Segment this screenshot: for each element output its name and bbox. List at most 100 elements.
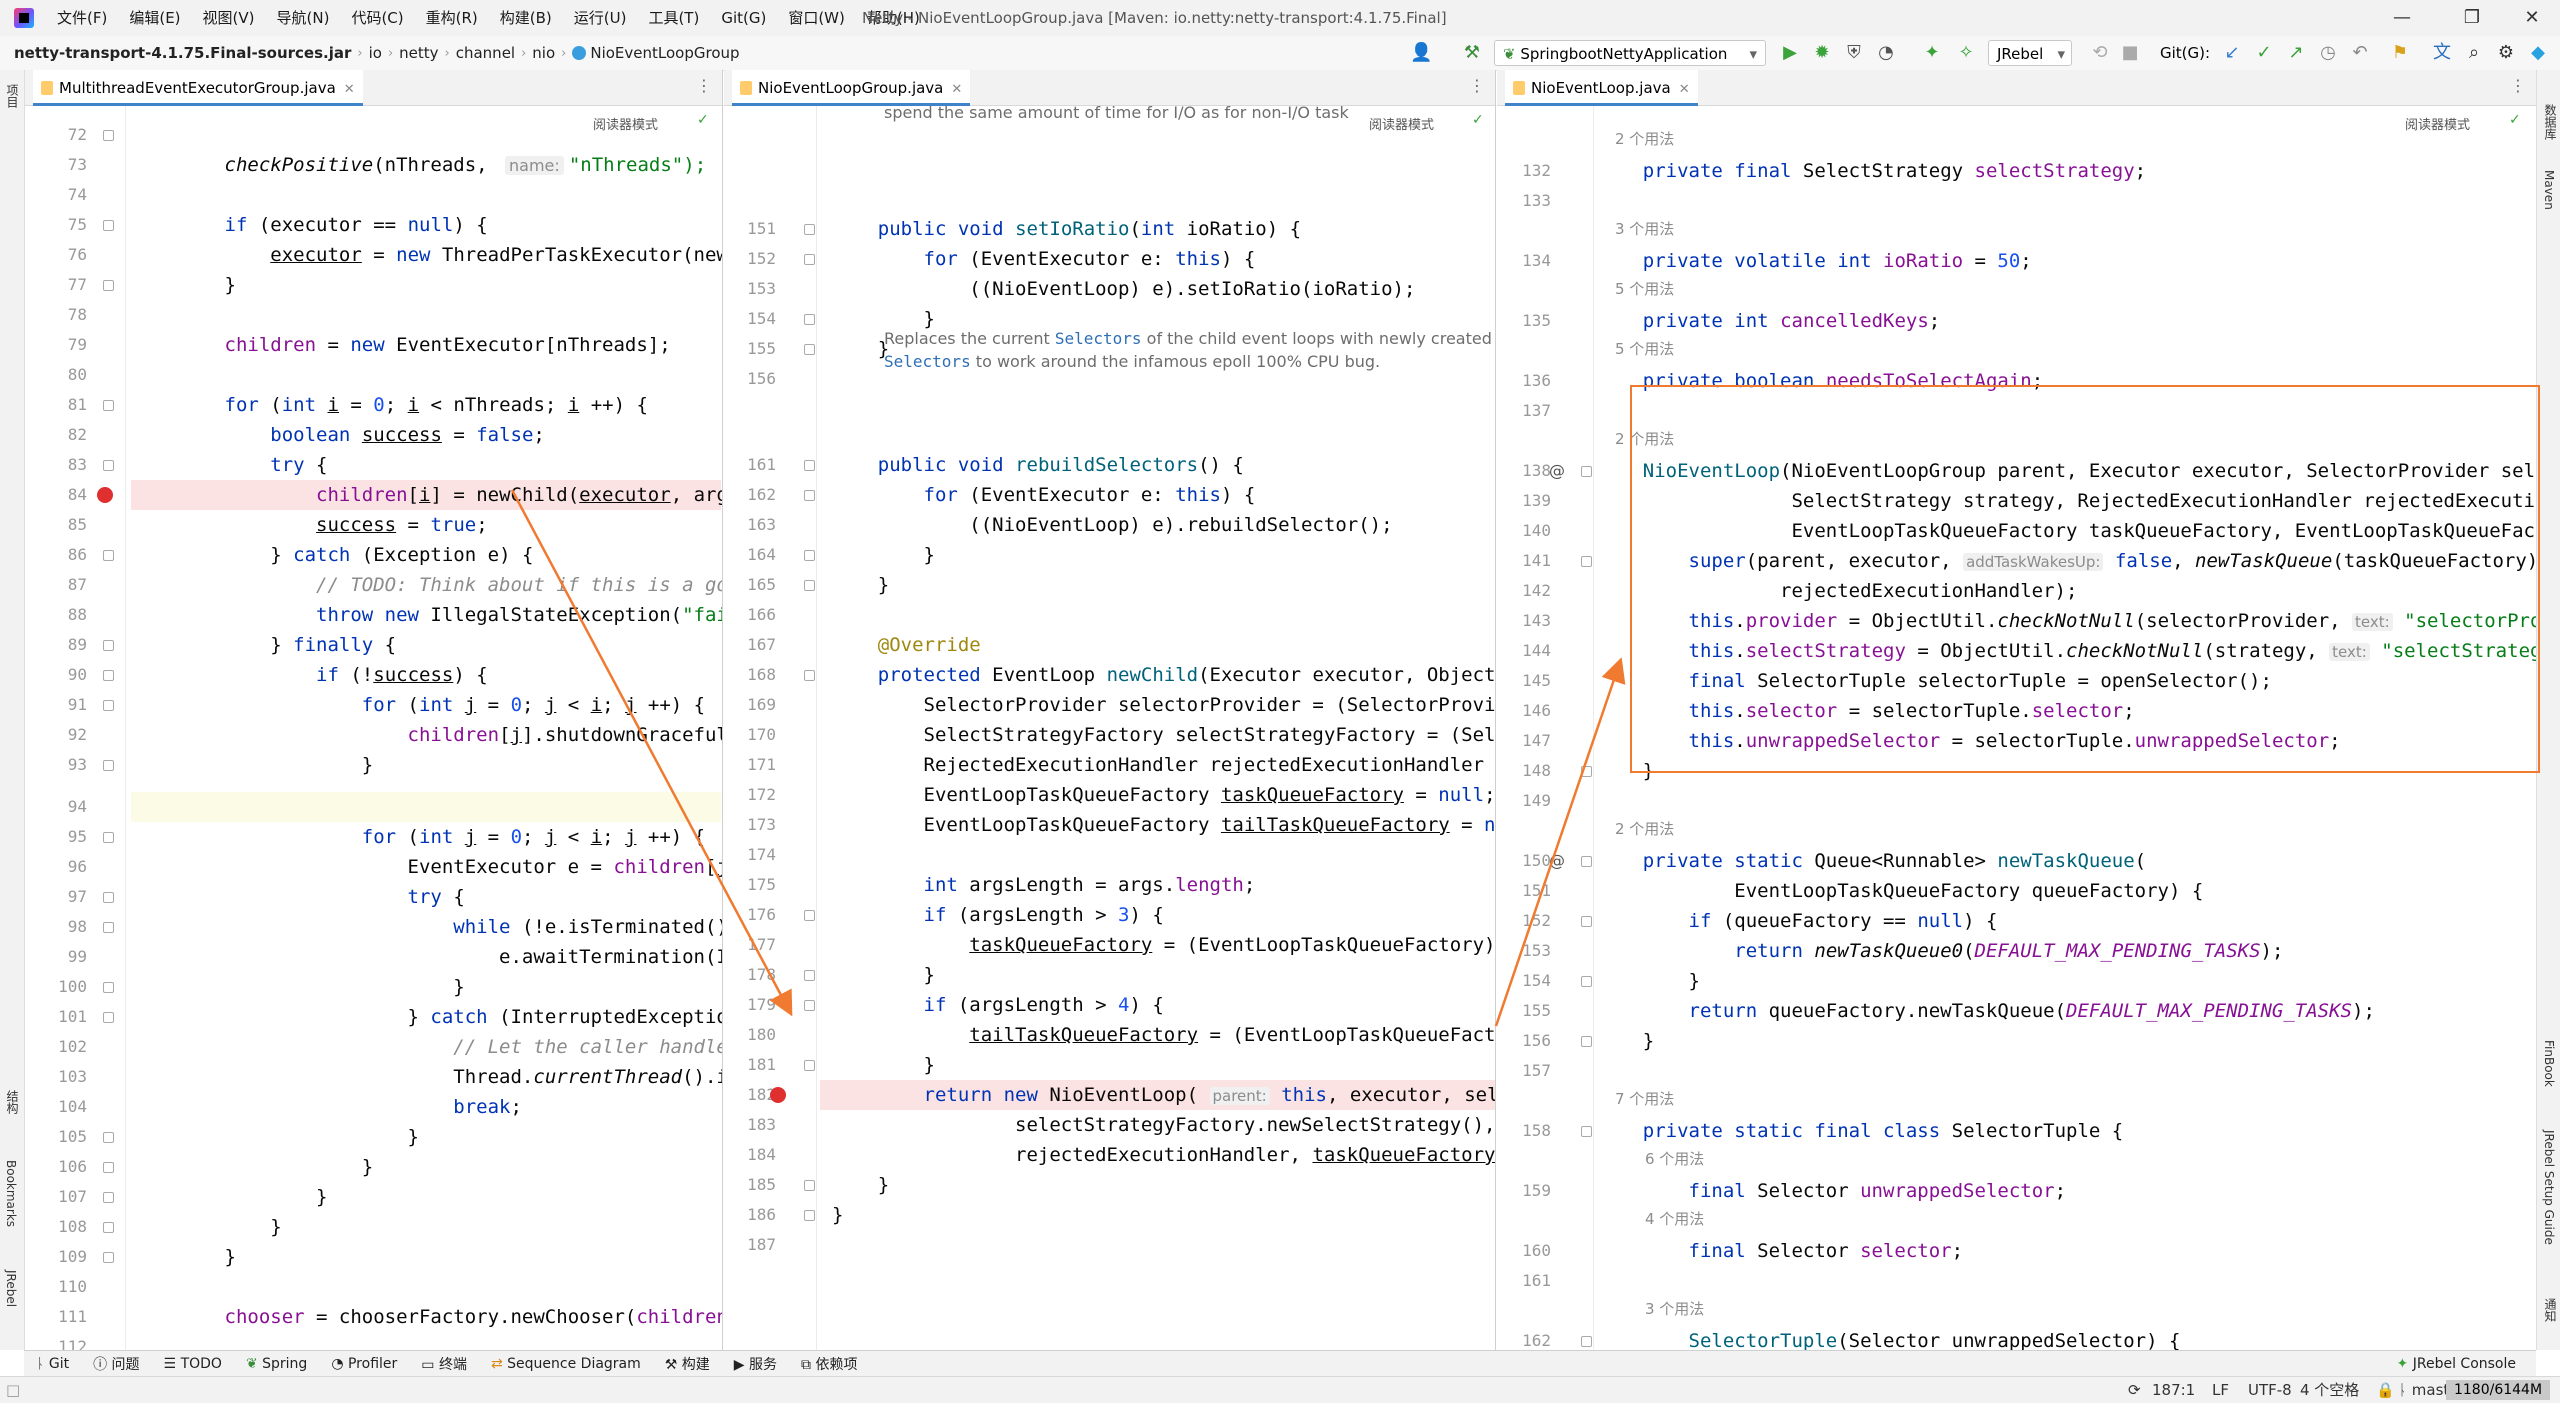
fold-marker-icon[interactable] bbox=[1581, 766, 1592, 777]
fold-marker-icon[interactable] bbox=[804, 1060, 815, 1071]
profile-icon[interactable]: ◔ bbox=[1876, 43, 1896, 63]
jrebel-tool-button[interactable]: JRebel bbox=[4, 1270, 18, 1307]
fold-marker-icon[interactable] bbox=[1581, 1036, 1592, 1047]
menu-code[interactable]: 代码(C) bbox=[340, 0, 414, 36]
search-icon[interactable]: ⌕ bbox=[2464, 43, 2484, 63]
fold-marker-icon[interactable] bbox=[1581, 1126, 1592, 1137]
jrebel-setup-guide-button[interactable]: JRebel Setup Guide bbox=[2542, 1130, 2556, 1245]
profiler-tool-window[interactable]: ◔ Profiler bbox=[319, 1356, 409, 1372]
settings-gear-icon[interactable]: ⚙ bbox=[2496, 43, 2516, 63]
git-commit-icon[interactable]: ✓ bbox=[2254, 43, 2274, 63]
translate-icon[interactable]: 文 bbox=[2432, 43, 2452, 63]
close-tab-icon[interactable]: ✕ bbox=[951, 82, 962, 97]
git-rollback-icon[interactable]: ↶ bbox=[2350, 43, 2370, 63]
menu-navigate[interactable]: 导航(N) bbox=[266, 0, 341, 36]
project-tool-button[interactable]: 项目 bbox=[4, 84, 21, 108]
fold-marker-icon[interactable] bbox=[804, 254, 815, 265]
fold-marker-icon[interactable] bbox=[804, 224, 815, 235]
bookmarks-tool-button[interactable]: Bookmarks bbox=[4, 1160, 18, 1227]
git-update-icon[interactable]: ↙ bbox=[2222, 43, 2242, 63]
menu-run[interactable]: 运行(U) bbox=[563, 0, 638, 36]
fold-marker-icon[interactable] bbox=[103, 400, 114, 411]
menu-refactor[interactable]: 重构(R) bbox=[415, 0, 489, 36]
coverage-icon[interactable]: ⛨ bbox=[1844, 43, 1864, 63]
jrebel-select[interactable]: JRebel ▾ bbox=[1988, 40, 2072, 66]
spring-tool-window[interactable]: ❦ Spring bbox=[234, 1356, 319, 1372]
implementation-gutter-icon[interactable]: @ bbox=[1549, 846, 1565, 876]
maven-tool-button[interactable]: Maven bbox=[2542, 170, 2556, 210]
usage-count-hint[interactable]: 2 个用法 bbox=[1615, 124, 1674, 154]
usage-count-hint[interactable]: 3 个用法 bbox=[1645, 1294, 1704, 1324]
build-tool-window[interactable]: ⚒ 构建 bbox=[653, 1354, 722, 1374]
breadcrumb-netty[interactable]: netty bbox=[395, 44, 442, 62]
breadcrumb-channel[interactable]: channel bbox=[452, 44, 519, 62]
fold-marker-icon[interactable] bbox=[804, 970, 815, 981]
menu-view[interactable]: 视图(V) bbox=[192, 0, 266, 36]
fold-marker-icon[interactable] bbox=[1581, 1336, 1592, 1347]
memory-indicator[interactable]: 1180/6144M bbox=[2446, 1380, 2550, 1400]
fold-marker-icon[interactable] bbox=[103, 460, 114, 471]
run-icon[interactable]: ▶ bbox=[1780, 43, 1800, 63]
breakpoint-icon[interactable] bbox=[770, 1087, 786, 1103]
breadcrumb-nio[interactable]: nio bbox=[528, 44, 559, 62]
fold-marker-icon[interactable] bbox=[103, 922, 114, 933]
jrebel-console-tool-window[interactable]: ✦ JRebel Console bbox=[2385, 1356, 2536, 1372]
fold-marker-icon[interactable] bbox=[103, 760, 114, 771]
fold-marker-icon[interactable] bbox=[804, 314, 815, 325]
indent-setting[interactable]: 4 个空格 bbox=[2300, 1377, 2359, 1403]
dependencies-tool-window[interactable]: ⧉ 依赖项 bbox=[789, 1354, 869, 1374]
fold-marker-icon[interactable] bbox=[804, 580, 815, 591]
fold-marker-icon[interactable] bbox=[103, 130, 114, 141]
fold-marker-icon[interactable] bbox=[103, 892, 114, 903]
fold-marker-icon[interactable] bbox=[103, 1162, 114, 1173]
sequence-diagram-tool-window[interactable]: ⇄ Sequence Diagram bbox=[479, 1356, 653, 1372]
tab-nio-event-loop[interactable]: NioEventLoop.java ✕ bbox=[1505, 70, 1698, 106]
reader-mode-toggle[interactable]: 阅读器模式 bbox=[2405, 114, 2470, 133]
vcs-icon[interactable]: ⚑ bbox=[2390, 43, 2410, 63]
reader-mode-toggle[interactable]: 阅读器模式 bbox=[1369, 114, 1434, 133]
menu-build[interactable]: 构建(B) bbox=[489, 0, 563, 36]
tab-multithread-event-executor-group[interactable]: MultithreadEventExecutorGroup.java ✕ bbox=[33, 70, 363, 106]
usage-count-hint[interactable]: 6 个用法 bbox=[1645, 1144, 1704, 1174]
fold-marker-icon[interactable] bbox=[103, 1222, 114, 1233]
debug-icon[interactable]: ✹ bbox=[1812, 43, 1832, 63]
more-options-icon[interactable]: ⋮ bbox=[696, 76, 712, 95]
git-push-icon[interactable]: ↗ bbox=[2286, 43, 2306, 63]
reader-mode-toggle[interactable]: 阅读器模式 bbox=[593, 114, 658, 133]
fold-marker-icon[interactable] bbox=[103, 700, 114, 711]
git-history-icon[interactable]: ◷ bbox=[2318, 43, 2338, 63]
menu-file[interactable]: 文件(F) bbox=[46, 0, 118, 36]
fold-marker-icon[interactable] bbox=[804, 460, 815, 471]
finbook-tool-button[interactable]: FinBook bbox=[2542, 1040, 2556, 1087]
update-app-icon[interactable]: ⟲ bbox=[2090, 43, 2110, 63]
menu-edit[interactable]: 编辑(E) bbox=[118, 0, 191, 36]
jrebel-run-icon[interactable]: ✦ bbox=[1922, 43, 1942, 63]
fold-marker-icon[interactable] bbox=[804, 1180, 815, 1191]
fold-marker-icon[interactable] bbox=[103, 640, 114, 651]
breadcrumb-class[interactable]: NioEventLoopGroup bbox=[568, 44, 743, 62]
fold-marker-icon[interactable] bbox=[1581, 916, 1592, 927]
run-configuration-select[interactable]: ❦ SpringbootNettyApplication ▾ bbox=[1494, 40, 1766, 66]
fold-marker-icon[interactable] bbox=[103, 1252, 114, 1263]
stop-icon[interactable]: ■ bbox=[2120, 43, 2140, 63]
fold-marker-icon[interactable] bbox=[103, 550, 114, 561]
structure-tool-button[interactable]: 结构 bbox=[4, 1090, 21, 1114]
build-hammer-icon[interactable]: ⚒ bbox=[1462, 43, 1482, 63]
close-window-icon[interactable]: ✕ bbox=[2500, 0, 2560, 36]
fold-marker-icon[interactable] bbox=[103, 832, 114, 843]
fold-marker-icon[interactable] bbox=[804, 910, 815, 921]
fold-marker-icon[interactable] bbox=[103, 1132, 114, 1143]
fold-marker-icon[interactable] bbox=[1581, 466, 1592, 477]
breadcrumb-io[interactable]: io bbox=[365, 44, 386, 62]
user-icon[interactable]: 👤 bbox=[1410, 43, 1432, 63]
more-options-icon[interactable]: ⋮ bbox=[2510, 76, 2526, 95]
database-tool-button[interactable]: 数据库 bbox=[2542, 104, 2559, 140]
fold-marker-icon[interactable] bbox=[103, 220, 114, 231]
menu-tools[interactable]: 工具(T) bbox=[637, 0, 710, 36]
close-tab-icon[interactable]: ✕ bbox=[1679, 82, 1690, 97]
menu-git[interactable]: Git(G) bbox=[710, 0, 777, 36]
todo-tool-window[interactable]: ☰ TODO bbox=[152, 1356, 234, 1372]
breadcrumb-jar[interactable]: netty-transport-4.1.75.Final-sources.jar bbox=[0, 44, 355, 62]
fold-marker-icon[interactable] bbox=[804, 550, 815, 561]
usage-count-hint[interactable]: 7 个用法 bbox=[1615, 1084, 1674, 1114]
